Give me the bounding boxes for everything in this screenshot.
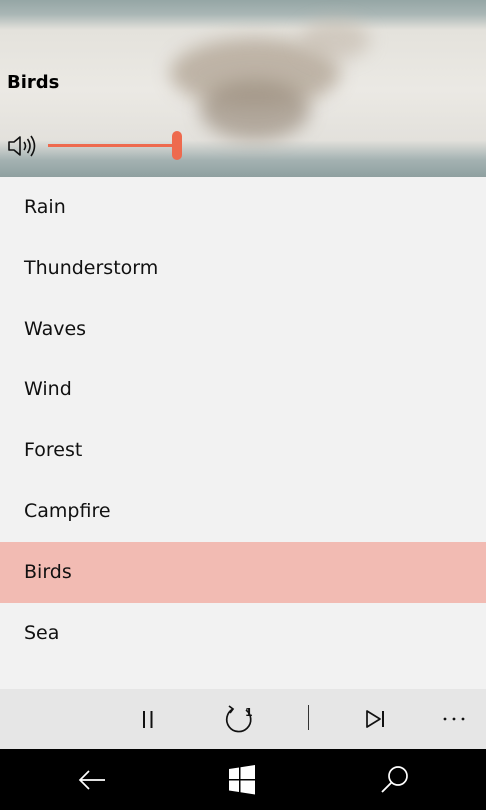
sound-item-sea[interactable]: Sea [0,603,486,664]
repeat-count: 1 [245,706,253,719]
bird-image-blur-3 [300,20,370,60]
sound-item-thunderstorm[interactable]: Thunderstorm [0,238,486,299]
skip-next-button[interactable] [356,689,396,749]
repeat-once-button[interactable]: 1 [220,689,260,749]
pause-button[interactable] [128,689,168,749]
search-icon[interactable] [378,763,412,797]
playback-app-bar: 1 [0,689,486,749]
sound-item-waves[interactable]: Waves [0,299,486,360]
sound-item-campfire[interactable]: Campfire [0,481,486,542]
skip-next-icon [366,710,384,728]
pause-icon [143,711,153,728]
sound-item-birds[interactable]: Birds [0,541,486,603]
volume-icon[interactable] [7,133,37,159]
system-nav-bar [0,749,486,810]
sound-list: Rain Thunderstorm Waves Wind Forest Camp… [0,177,486,663]
more-icon [443,717,465,721]
back-arrow-icon[interactable] [75,763,109,797]
windows-logo-icon[interactable] [225,763,259,797]
now-playing-title: Birds [7,72,60,93]
sound-item-forest[interactable]: Forest [0,420,486,481]
volume-slider-track[interactable] [48,144,178,147]
app-bar-divider [308,705,309,730]
sound-item-rain[interactable]: Rain [0,177,486,238]
more-button[interactable] [434,689,474,749]
now-playing-header: Birds [0,0,486,177]
volume-slider-thumb[interactable] [172,131,182,160]
sound-item-wind[interactable]: Wind [0,359,486,420]
bird-image-blur-2 [200,80,310,140]
